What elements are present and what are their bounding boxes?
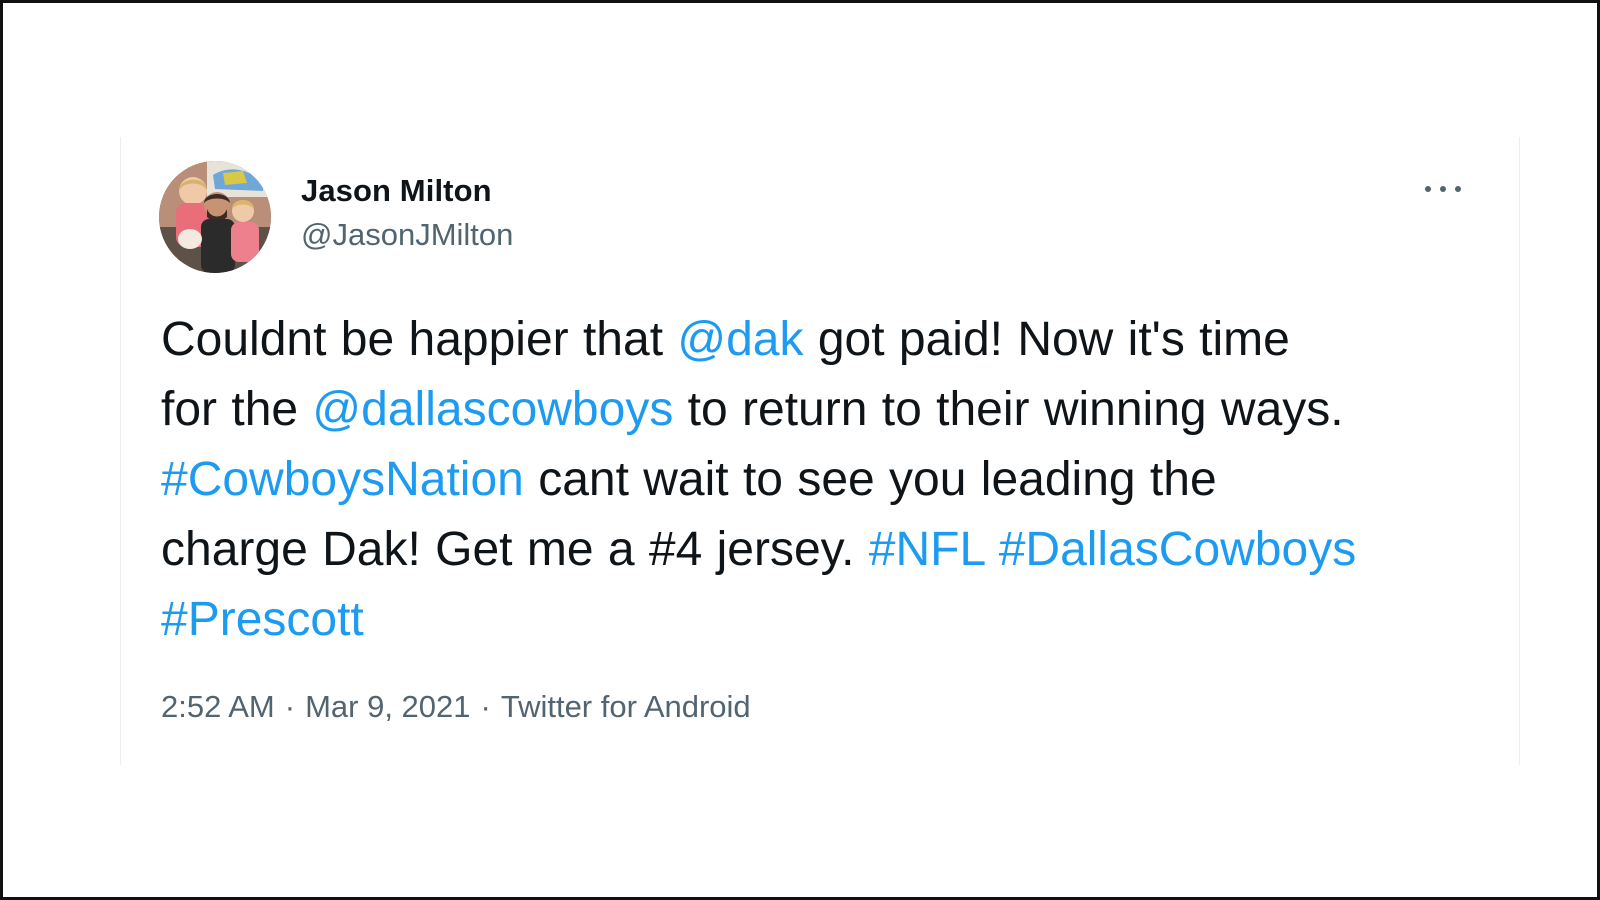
tweet-text: Couldnt be happier that @dak got paid! N… [161, 305, 1501, 655]
tweet-source-link[interactable]: Twitter for Android [501, 689, 751, 724]
tweet-text-segment: for the [161, 383, 313, 436]
more-options-button[interactable] [1421, 175, 1465, 201]
author-handle[interactable]: @JasonJMilton [301, 217, 513, 253]
profile-photo-avatar-icon [159, 161, 271, 273]
tweet-text-line: for the @dallascowboys to return to thei… [161, 375, 1501, 445]
tweet-text-line: charge Dak! Get me a #4 jersey. #NFL #Da… [161, 515, 1501, 585]
tweet-time-link[interactable]: 2:52 AM [161, 689, 275, 724]
mention-link-dallascowboys[interactable]: @dallascowboys [312, 383, 673, 436]
tweet-text-line: Couldnt be happier that @dak got paid! N… [161, 305, 1501, 375]
author-display-name[interactable]: Jason Milton [301, 173, 492, 209]
tweet-metadata: 2:52 AM · Mar 9, 2021 · Twitter for Android [161, 689, 751, 725]
tweet-text-line: #CowboysNation cant wait to see you lead… [161, 445, 1501, 515]
more-horizontal-icon-dot [1455, 186, 1461, 192]
author-avatar[interactable] [159, 161, 271, 273]
hashtag-link-cowboysnation[interactable]: #CowboysNation [161, 453, 524, 506]
tweet-text-segment: to return to their winning ways. [673, 383, 1344, 436]
screenshot-frame: Jason Milton @JasonJMilton Couldnt be ha… [0, 0, 1600, 900]
hashtag-link-dallascowboys[interactable]: #DallasCowboys [999, 523, 1357, 576]
hashtag-link-prescott[interactable]: #Prescott [161, 593, 364, 646]
metadata-separator: · [480, 689, 491, 724]
tweet-text-line: #Prescott [161, 585, 1501, 655]
hashtag-link-nfl[interactable]: #NFL [869, 523, 985, 576]
tweet-date-link[interactable]: Mar 9, 2021 [305, 689, 470, 724]
more-horizontal-icon [1425, 186, 1431, 192]
mention-link-dak[interactable]: @dak [677, 313, 803, 366]
tweet-text-segment: Couldnt be happier that [161, 313, 678, 366]
tweet-text-segment: cant wait to see you leading the [523, 453, 1217, 506]
more-horizontal-icon-dot [1440, 186, 1446, 192]
tweet-text-segment: charge Dak! Get me a #4 jersey. [161, 523, 869, 576]
tweet-text-segment: got paid! Now it's time [803, 313, 1290, 366]
metadata-separator: · [284, 689, 296, 724]
tweet-card: Jason Milton @JasonJMilton Couldnt be ha… [120, 137, 1520, 765]
